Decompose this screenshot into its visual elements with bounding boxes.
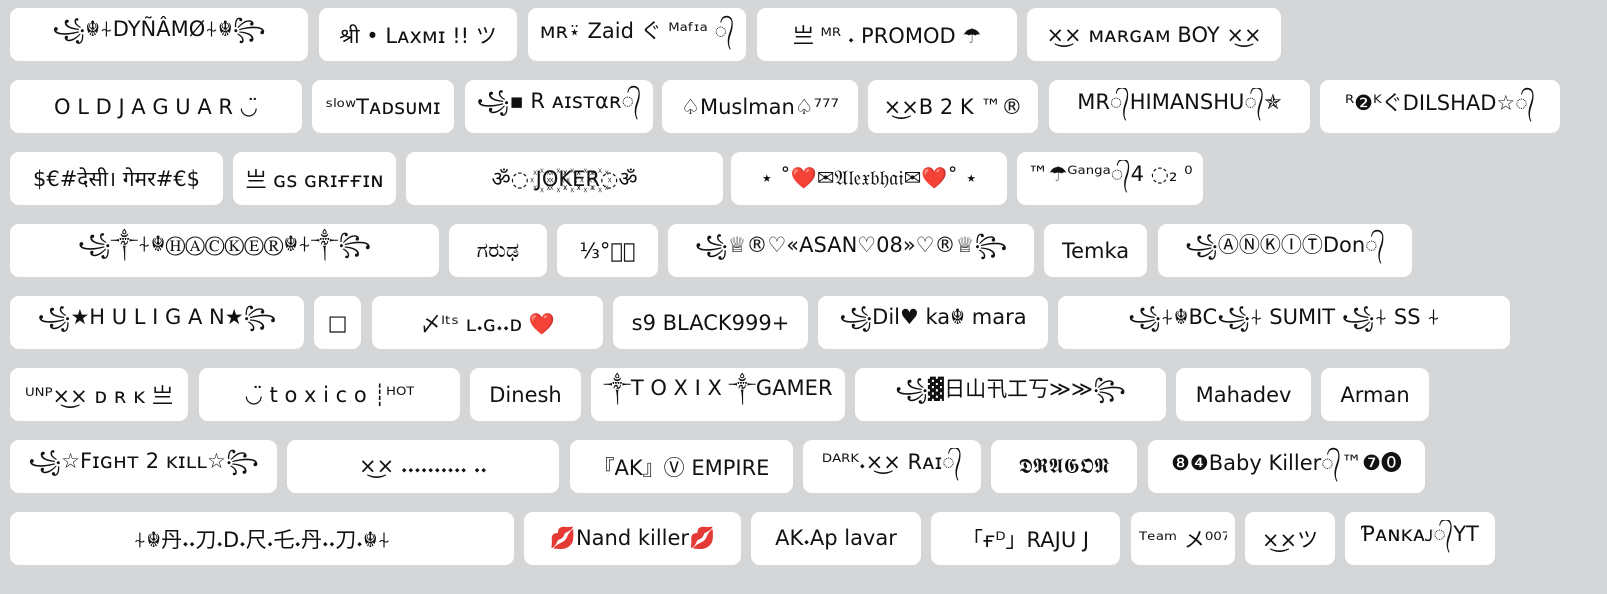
name-chip-label: ⋆ ˚❤️✉𝔄𝔩𝔢𝔵𝔟𝔥𝔞𝔦✉❤️˚ ⋆ (760, 166, 978, 190)
name-chip[interactable]: 亗 ᴹᴿ 𝆺 PROMOD ☂ (757, 8, 1017, 61)
name-chip[interactable]: O L D J A G U A R ◡̈ (10, 80, 302, 133)
name-chip-label: 亗 ɢs ɢʀɪғғɪɴ (245, 167, 384, 192)
name-chip-label: ᵀᵉᵃᵐ メ⁰⁰⁷ (1139, 527, 1227, 552)
name-chip[interactable]: ᴰᴬᴿᴷ𝆺×͜× Rᴀɪ᭄ (803, 440, 981, 493)
name-chip[interactable]: ॐ◌ J꙰O꙰K꙰E꙰R꙰◌ॐ (406, 152, 723, 205)
name-chip[interactable]: ˢˡᵒʷTᴀᴅsᴜᴍɪ (312, 80, 454, 133)
name-chip[interactable]: ×͜× 𝆺𝆺𝆺𝆺𝆺𝆺𝆺𝆺𝆺𝆺 𝆺𝆺 (287, 440, 559, 493)
name-chip[interactable]: श्री • Lᴀxᴍɪ !! ツ (319, 8, 517, 61)
name-chip[interactable]: ᴍʀ⍣ Zaid ぐ ᴹᵃᶠᶦᵃ ᭄ (528, 8, 746, 61)
name-chip[interactable]: ᵀᵉᵃᵐ メ⁰⁰⁷ (1131, 512, 1235, 565)
name-chip[interactable]: ×͜×B 2 K ™® (868, 80, 1038, 133)
name-chip-label: □ (327, 310, 348, 335)
name-chip-label: 亗 ᴹᴿ 𝆺 PROMOD ☂ (792, 23, 982, 48)
name-chip-label: ×͜×B 2 K ™® (883, 94, 1023, 119)
name-chip-label: 「ғᴰ」RAJU J (961, 527, 1090, 552)
name-chip-label: ᵁᴺᴾ×͜× ᴅ ʀ ᴋ 亗 (25, 383, 173, 408)
name-chip-label: 💋Nand killer💋 (549, 526, 716, 550)
name-chip-label: ꧁☬⍭DYÑÂMØ⍭☬꧂ (52, 17, 266, 41)
name-chip-grid: ꧁☬⍭DYÑÂMØ⍭☬꧂ श्री • Lᴀxᴍɪ !! ツ ᴍʀ⍣ Zaid ぐ … (0, 0, 1607, 594)
name-chip[interactable]: ×͜×ツ (1245, 512, 1335, 565)
name-chip-label: Mahadev (1195, 382, 1292, 407)
name-chip-label: 𝕯𝕽𝕬𝕲𝕺𝕹 (1018, 454, 1110, 478)
name-chip-label: ᴰᴬᴿᴷ𝆺×͜× Rᴀɪ᭄ (821, 450, 963, 474)
name-chip[interactable]: 〆ᴵᵗˢ ʟ𝆺ɢ𝆺𝆺ᴅ ❤️ (372, 296, 603, 349)
name-chip[interactable]: ꧁♕®♡«ASAN♡08»♡®♕꧂ (668, 224, 1034, 277)
name-chip[interactable]: ꧁༒⍭☬ⒽⒶⒸⓀⒺⓇ☬⍭༒꧂ (10, 224, 439, 277)
name-chip-label: O L D J A G U A R ◡̈ (54, 94, 258, 119)
name-chip-label: ༒T O X I X ༒GAMER (603, 376, 833, 400)
name-chip[interactable]: Ƥᴀɴᴋᴀᴊ᭄YT (1345, 512, 1495, 565)
name-chip-label: Arman (1340, 382, 1410, 407)
name-chip-label: ಗರುಢ (476, 238, 520, 262)
name-chip[interactable]: ×͜× ᴍᴀʀɢᴀᴍ BOY ×͜× (1027, 8, 1281, 61)
name-chip-label: ×͜× 𝆺𝆺𝆺𝆺𝆺𝆺𝆺𝆺𝆺𝆺 𝆺𝆺 (359, 454, 487, 478)
name-chip[interactable]: ༒T O X I X ༒GAMER (591, 368, 845, 421)
name-chip[interactable]: ❽❹Baby Killer᭄™❼⓿ (1148, 440, 1425, 493)
name-chip[interactable]: s9 BLACK999+ (613, 296, 808, 349)
name-chip[interactable]: ⅓°𝆺᭄ (557, 224, 658, 277)
name-chip[interactable]: ᴿ❷ᴷぐDILSHAD☆᭄ (1320, 80, 1560, 133)
name-chip[interactable]: ಗರುಢ (449, 224, 547, 277)
name-chip-label: ⍭☬丹𝆺𝆺刀𝆺D𝆺尺𝆺乇𝆺丹𝆺𝆺刀𝆺☬⍭ (133, 527, 391, 552)
name-chip-label: Dinesh (489, 382, 562, 407)
name-chip[interactable]: ꧁★H U L I G A N★꧂ (10, 296, 304, 349)
name-chip[interactable]: ⍭☬丹𝆺𝆺刀𝆺D𝆺尺𝆺乇𝆺丹𝆺𝆺刀𝆺☬⍭ (10, 512, 514, 565)
name-chip-label: ꧁༒⍭☬ⒽⒶⒸⓀⒺⓇ☬⍭༒꧂ (77, 232, 372, 256)
name-chip[interactable]: 「ғᴰ」RAJU J (931, 512, 1120, 565)
name-chip[interactable]: ꧁☆Fɪɢʜᴛ 2 ᴋɪʟʟ☆꧂ (10, 440, 277, 493)
name-chip[interactable]: Mahadev (1176, 368, 1311, 421)
name-chip-label: ꧁Dil♥ ka☬ mara (839, 305, 1027, 329)
name-chip-label: Temka (1061, 238, 1130, 263)
name-chip[interactable]: Temka (1044, 224, 1147, 277)
name-chip-label: ♤Muslman♤⁷⁷⁷ (681, 94, 839, 119)
name-chip-label: ꧁★H U L I G A N★꧂ (37, 305, 277, 329)
name-chip-label: श्री • Lᴀxᴍɪ !! ツ (339, 23, 497, 48)
name-chip[interactable]: ꧁ⒶⓃⓀⒾⓉDon᭄ (1158, 224, 1412, 277)
name-chip[interactable]: ꧁☬⍭DYÑÂMØ⍭☬꧂ (10, 8, 308, 61)
name-chip[interactable]: ꧁⍭☬BC꧁⍭ SUMIT ꧁⍭ SS ⍭ (1058, 296, 1510, 349)
name-chip-label: 〆ᴵᵗˢ ʟ𝆺ɢ𝆺𝆺ᴅ ❤️ (420, 311, 555, 336)
name-chip[interactable]: $€#देसी। गेमर#€$ (10, 152, 223, 205)
name-chip-label: ꧁⍭☬BC꧁⍭ SUMIT ꧁⍭ SS ⍭ (1128, 305, 1440, 329)
name-chip[interactable]: ◡̈ t o x i c o ┊ᴴᴼᵀ (199, 368, 460, 421)
name-chip-label: MR᭄HIMANSHU᭄✯ (1077, 90, 1282, 114)
name-chip[interactable]: ᵁᴺᴾ×͜× ᴅ ʀ ᴋ 亗 (10, 368, 188, 421)
name-chip[interactable]: 💋Nand killer💋 (524, 512, 741, 565)
name-chip[interactable]: ꧁▓日山卂工丂≫≫꧂ (855, 368, 1166, 421)
name-chip-label: Ƥᴀɴᴋᴀᴊ᭄YT (1361, 522, 1479, 546)
name-chip[interactable]: 『AK』Ⓥ EMPIRE (570, 440, 793, 493)
name-chip-label: ꧁♕®♡«ASAN♡08»♡®♕꧂ (694, 233, 1008, 257)
name-chip[interactable]: ™☂ᴳᵃⁿᵍᵃ᭄4 ◌₂ ⁰ (1017, 152, 1203, 205)
name-chip-label: ❽❹Baby Killer᭄™❼⓿ (1171, 451, 1402, 475)
name-chip-label: ◡̈ t o x i c o ┊ᴴᴼᵀ (244, 382, 415, 407)
name-chip[interactable]: ⋆ ˚❤️✉𝔄𝔩𝔢𝔵𝔟𝔥𝔞𝔦✉❤️˚ ⋆ (731, 152, 1007, 205)
name-chip[interactable]: Arman (1321, 368, 1429, 421)
name-chip-label: AK𝆺Ap lavar (775, 526, 897, 550)
name-chip-label: ꧁☆Fɪɢʜᴛ 2 ᴋɪʟʟ☆꧂ (28, 449, 259, 473)
name-chip-label: ×͜× ᴍᴀʀɢᴀᴍ BOY ×͜× (1046, 22, 1262, 47)
name-chip-label: ᴿ❷ᴷぐDILSHAD☆᭄ (1344, 91, 1536, 115)
name-chip[interactable]: Dinesh (470, 368, 581, 421)
name-chip-label: $€#देसी। गेमर#€$ (32, 166, 201, 191)
name-chip-label: ˢˡᵒʷTᴀᴅsᴜᴍɪ (325, 94, 441, 119)
name-chip-label: 『AK』Ⓥ EMPIRE (593, 455, 770, 480)
name-chip[interactable]: ꧁Dil♥ ka☬ mara (818, 296, 1048, 349)
name-chip-label: ꧁▓日山卂工丂≫≫꧂ (895, 377, 1126, 401)
name-chip-label: ×͜×ツ (1261, 527, 1319, 552)
name-chip-label: ꧁ⒶⓃⓀⒾⓉDon᭄ (1185, 233, 1385, 257)
name-chip[interactable]: AK𝆺Ap lavar (751, 512, 921, 565)
name-chip[interactable]: □ (314, 296, 361, 349)
name-chip[interactable]: ꧁▪ R ᴀɪsᴛαʀ᭄ (465, 80, 653, 133)
name-chip[interactable]: 𝕯𝕽𝕬𝕲𝕺𝕹 (991, 440, 1137, 493)
name-chip[interactable]: 亗 ɢs ɢʀɪғғɪɴ (233, 152, 396, 205)
name-chip-label: s9 BLACK999+ (631, 310, 790, 335)
name-chip[interactable]: MR᭄HIMANSHU᭄✯ (1049, 80, 1310, 133)
name-chip-label: ™☂ᴳᵃⁿᵍᵃ᭄4 ◌₂ ⁰ (1027, 162, 1193, 186)
name-chip-label: ⅓°𝆺᭄ (579, 238, 636, 263)
name-chip[interactable]: ♤Muslman♤⁷⁷⁷ (662, 80, 858, 133)
name-chip-label: ꧁▪ R ᴀɪsᴛαʀ᭄ (476, 89, 642, 113)
name-chip-label: ᴍʀ⍣ Zaid ぐ ᴹᵃᶠᶦᵃ ᭄ (539, 19, 735, 43)
name-chip-label: ॐ◌ J꙰O꙰K꙰E꙰R꙰◌ॐ (491, 166, 638, 191)
